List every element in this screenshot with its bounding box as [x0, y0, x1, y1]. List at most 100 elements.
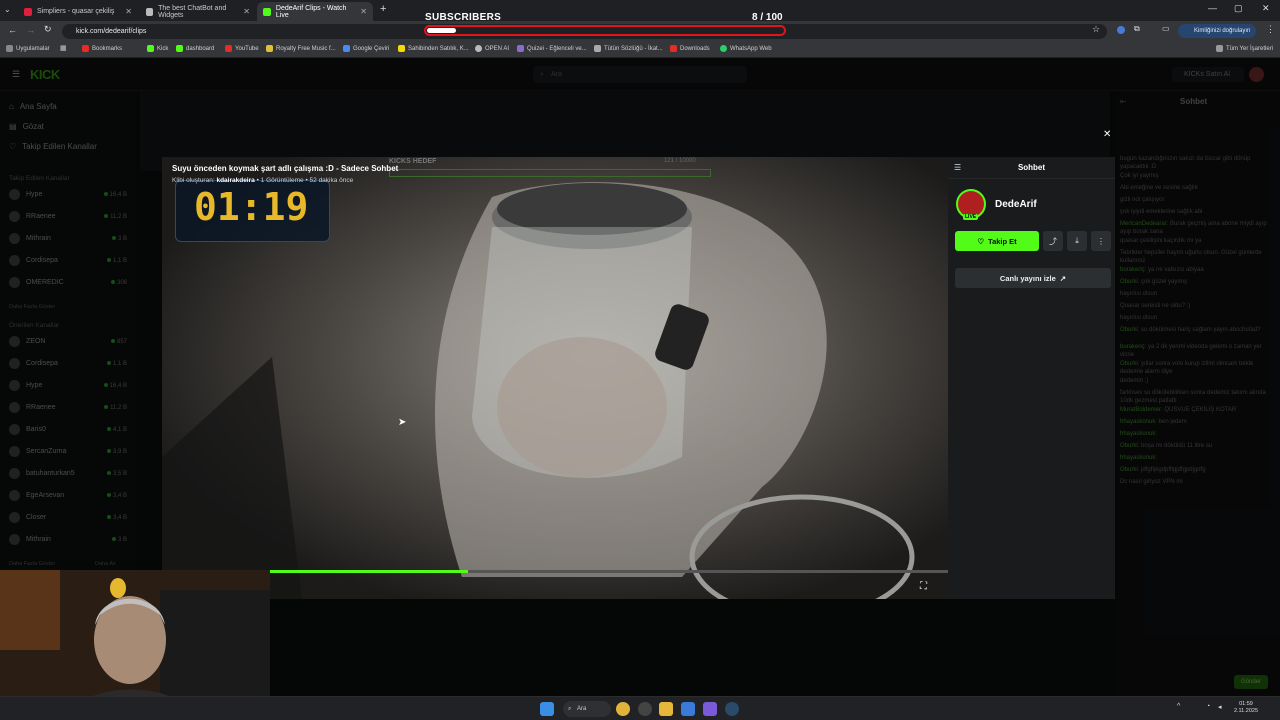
close-tab-icon[interactable]: ✕ — [360, 7, 367, 16]
clip-meta-suffix: • 1 Görüntüleme • 52 dakika önce — [254, 177, 354, 184]
reload-icon[interactable]: ↻ — [44, 24, 52, 35]
profile-verify-button[interactable]: Kimliğinizi doğrulayın — [1178, 24, 1256, 38]
kicks-goal-bar — [389, 169, 711, 177]
bookmark-apps[interactable]: Uygulamalar — [6, 45, 50, 52]
kicks-goal-overlay: KICKS HEDEF 121 / 10000 — [389, 157, 711, 177]
more-options-button[interactable]: ⋮ — [1091, 231, 1111, 251]
maximize-icon[interactable]: ▢ — [1234, 3, 1243, 14]
modal-chat-header: Sohbet — [948, 157, 1115, 179]
volume-icon[interactable]: ◂ — [1218, 703, 1222, 711]
share-button[interactable]: ⤴ — [1043, 231, 1063, 251]
bookmark-sahibinden[interactable]: Sahibinden Satılık, K... — [398, 45, 469, 52]
close-modal-icon[interactable]: ✕ — [1103, 129, 1111, 140]
new-tab-icon[interactable]: + — [380, 3, 386, 15]
cast-icon[interactable]: ▭ — [1162, 24, 1170, 33]
openai-icon — [475, 45, 482, 52]
clip-video[interactable]: 01:19 KICKS HEDEF 121 / 10000 ➤ ⛶ — [162, 157, 948, 599]
quizei-icon — [517, 45, 524, 52]
bookmark-label: WhatsApp Web — [730, 45, 772, 52]
clip-meta: Klibi oluşturan: kdairakdeira • 1 Görünt… — [172, 177, 353, 184]
simpliers-favicon — [24, 7, 32, 16]
menu-kebab-icon[interactable]: ⋮ — [1266, 24, 1275, 35]
bookmark-label: Bookmarks — [92, 45, 123, 52]
follow-label: Takip Et — [988, 236, 1017, 246]
tutun-icon — [594, 45, 601, 52]
kebab-icon: ⋮ — [1097, 236, 1105, 246]
bookmark-quizei[interactable]: Quizei - Eğlenceli ve... — [517, 45, 587, 52]
bookmark-youtube[interactable]: YouTube — [225, 45, 259, 52]
channel-name[interactable]: DedeArif — [995, 199, 1037, 210]
discord-icon[interactable] — [703, 702, 717, 716]
video-progress-bar[interactable] — [262, 570, 948, 573]
obs-icon[interactable] — [638, 702, 652, 716]
taskbar-clock[interactable]: 01:59 2.11.2025 — [1234, 701, 1258, 715]
bookmark-label: Tüm Yer İşaretleri — [1226, 45, 1274, 52]
bookmark-label: Kick — [157, 45, 169, 52]
mouse-cursor-icon: ➤ — [398, 417, 407, 428]
chatbot-favicon — [146, 7, 154, 16]
extension-icon[interactable] — [1117, 26, 1125, 34]
close-window-icon[interactable]: ✕ — [1262, 3, 1270, 14]
grid-icon[interactable]: ▦ — [60, 44, 67, 52]
share-icon: ⤴ — [1049, 236, 1057, 246]
bookmark-royalty[interactable]: Royalty Free Music f... — [266, 45, 336, 52]
wifi-icon[interactable]: ◔ — [1206, 703, 1210, 710]
bookmark-whatsapp[interactable]: WhatsApp Web — [720, 45, 772, 52]
tab-simpliers[interactable]: Simpliers - quasar çekiliş ✕ — [18, 2, 138, 21]
modal-chat-title: Sohbet — [1017, 163, 1046, 172]
collapse-chat-icon[interactable]: ☰ — [954, 163, 961, 172]
file-explorer-icon[interactable] — [659, 702, 673, 716]
clock-time: 01:59 — [1239, 701, 1253, 707]
download-icon: ⤓ — [1075, 236, 1079, 245]
tab-dedearif-clips[interactable]: DedeArif Clips - Watch Live ✕ — [257, 2, 373, 21]
bookmarks-bar: Uygulamalar ▦ Bookmarks Kick dashboard Y… — [0, 41, 1280, 58]
bookmark-google-translate[interactable]: Google Çeviri — [343, 45, 389, 52]
bookmark-kick[interactable]: Kick — [147, 45, 168, 52]
follow-button[interactable]: ♡ Takip Et — [955, 231, 1039, 251]
external-link-icon: ↗ — [1059, 273, 1067, 283]
taskbar-search[interactable]: ⌕ Ara — [563, 701, 611, 717]
bookmark-downloads[interactable]: Downloads — [670, 45, 710, 52]
bookmark-star-icon[interactable]: ☆ — [1092, 24, 1100, 35]
kick-favicon — [263, 7, 271, 16]
watch-live-button[interactable]: Canlı yayını izle ↗ — [955, 268, 1111, 288]
clip-meta-prefix: Klibi oluşturan: — [172, 177, 217, 184]
subscribers-progress-fill — [427, 28, 456, 33]
fullscreen-icon[interactable]: ⛶ — [920, 581, 927, 592]
bookmark-label: Google Çeviri — [353, 45, 390, 52]
clip-title: Suyu önceden koymak şart adlı çalışma :D… — [172, 164, 399, 173]
clip-timer-overlay: 01:19 — [175, 180, 330, 242]
youtube-icon — [225, 45, 232, 52]
extensions-puzzle-icon[interactable]: ⧉ — [1134, 24, 1140, 34]
bookmark-bookmarks[interactable]: Bookmarks — [82, 45, 122, 52]
minimize-icon[interactable]: — — [1208, 3, 1217, 13]
sahibinden-icon — [398, 45, 405, 52]
all-bookmarks[interactable]: Tüm Yer İşaretleri — [1216, 45, 1273, 52]
steam-icon[interactable] — [725, 702, 739, 716]
tab-list-icon[interactable]: ⌄ — [4, 5, 11, 14]
tab-chatbot[interactable]: The best ChatBot and Widgets ✕ — [140, 2, 256, 21]
bookmark-dashboard[interactable]: dashboard — [176, 45, 214, 52]
bookmark-openai[interactable]: OPEN AI — [475, 45, 509, 52]
chrome-icon[interactable] — [616, 702, 630, 716]
windows-start-icon[interactable] — [540, 702, 554, 716]
clip-creator[interactable]: kdairakdeira — [216, 177, 254, 184]
tray-up-icon[interactable]: ^ — [1177, 703, 1180, 710]
downloads-icon — [670, 45, 677, 52]
forward-icon[interactable]: → — [26, 25, 35, 35]
tab-label: The best ChatBot and Widgets — [158, 4, 227, 19]
tab-label: Simpliers - quasar çekiliş — [37, 8, 115, 15]
bookmark-tutun[interactable]: Tütün Sözlüğü - İkat... — [594, 45, 663, 52]
watch-live-label: Canlı yayını izle — [999, 273, 1056, 283]
bookmark-label: Sahibinden Satılık, K... — [408, 45, 469, 52]
back-icon[interactable]: ← — [8, 25, 17, 35]
bookmark-label: Uygulamalar — [16, 45, 50, 52]
close-tab-icon[interactable]: ✕ — [125, 7, 132, 16]
download-button[interactable]: ⤓ — [1067, 231, 1087, 251]
store-icon[interactable] — [681, 702, 695, 716]
close-tab-icon[interactable]: ✕ — [243, 7, 250, 16]
timer-value: 01:19 — [194, 185, 309, 229]
apps-icon — [6, 45, 13, 52]
bookmark-label: OPEN AI — [485, 45, 510, 52]
whatsapp-icon — [720, 45, 727, 52]
